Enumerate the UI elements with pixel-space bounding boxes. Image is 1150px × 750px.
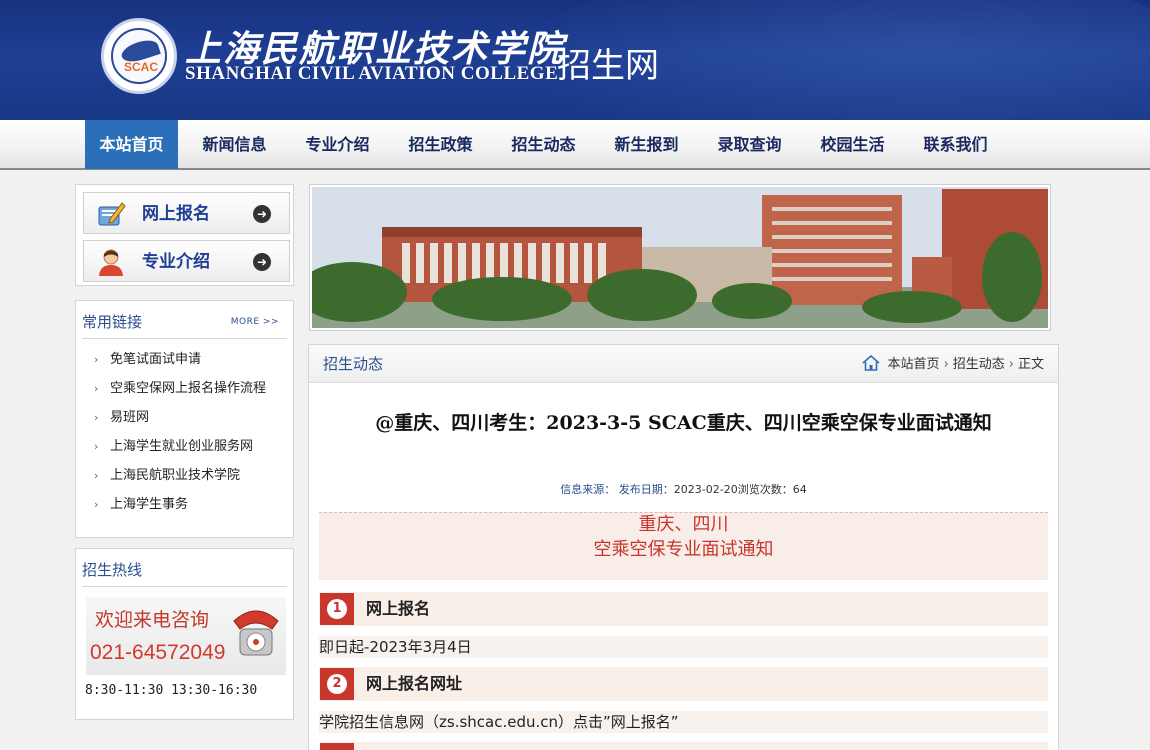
nav-item-home[interactable]: 本站首页 xyxy=(85,120,178,169)
article-title: @重庆、四川考生：2023-3-5 SCAC重庆、四川空乘空保专业面试通知 xyxy=(375,412,992,434)
meta-views: 64 xyxy=(792,483,807,496)
arrow-right-icon: ➜ xyxy=(253,205,271,223)
online-apply-label: 网上报名 xyxy=(142,204,210,224)
breadcrumb: 本站首页 › 招生动态 › 正文 xyxy=(862,345,1044,385)
list-item[interactable]: › 上海学生事务 xyxy=(94,490,266,519)
arrow-right-icon: ➜ xyxy=(253,253,271,271)
chevron-right-icon: › xyxy=(943,357,949,372)
article-meta: 信息来源： 发布日期：2023-02-20浏览次数：64 xyxy=(309,481,1058,497)
list-item[interactable]: › 空乘空保网上报名操作流程 xyxy=(94,374,266,403)
section-body: 学院招生信息网（zs.shcac.edu.cn）点击”网上报名” xyxy=(319,711,1048,733)
notice-line-2: 空乘空保专业面试通知 xyxy=(593,539,774,560)
links-title: 常用链接 xyxy=(82,313,143,331)
major-intro-button[interactable]: 专业介绍 ➜ xyxy=(83,240,290,282)
nav-item-news[interactable]: 新闻信息 xyxy=(188,120,281,169)
section-label: 网上报名 xyxy=(366,599,431,618)
chevron-right-icon: › xyxy=(94,353,99,366)
links-panel: 常用链接 MORE >> › 免笔试面试申请 › 空乘空保网上报名操作流程 › 易班网… xyxy=(75,300,294,538)
nav-item-contact[interactable]: 联系我们 xyxy=(909,120,1002,169)
meta-source-label: 信息来源： xyxy=(560,483,616,496)
major-intro-label: 专业介绍 xyxy=(142,252,210,272)
chevron-right-icon: › xyxy=(94,498,99,511)
logo-text: SCAC xyxy=(123,60,158,74)
meta-date-label: 发布日期： xyxy=(618,483,674,496)
hotline-panel: 招生热线 欢迎来电咨询 021-64572049 8:30-11:30 13:3… xyxy=(75,548,294,720)
site-header: SCAC 上海民航职业技术学院 SHANGHAI CIVIL AVIATION … xyxy=(0,0,1150,120)
notice-banner: 重庆、四川 空乘空保专业面试通知 xyxy=(319,512,1048,580)
breadcrumb-category[interactable]: 招生动态 xyxy=(953,357,1005,372)
section-label: 网上报名网址 xyxy=(366,674,463,693)
section-number: 2 xyxy=(327,674,347,694)
list-item[interactable]: › 免笔试面试申请 xyxy=(94,345,266,374)
section-header-partial xyxy=(319,742,1048,750)
nav-item-policy[interactable]: 招生政策 xyxy=(394,120,487,169)
hotline-phone: 021-64572049 xyxy=(90,641,226,664)
chevron-right-icon: › xyxy=(94,469,99,482)
links-more-link[interactable]: MORE >> xyxy=(231,317,279,327)
breadcrumb-current: 正文 xyxy=(1017,357,1044,372)
notice-line-1: 重庆、四川 xyxy=(638,514,729,535)
online-apply-button[interactable]: 网上报名 ➜ xyxy=(83,192,290,234)
quick-buttons-panel: 网上报名 ➜ 专业介绍 ➜ xyxy=(75,184,294,286)
chevron-right-icon: › xyxy=(1008,357,1014,372)
breadcrumb-home[interactable]: 本站首页 xyxy=(888,357,940,372)
college-logo[interactable]: SCAC xyxy=(101,18,177,94)
campus-banner xyxy=(309,184,1051,331)
section-number: 1 xyxy=(327,599,347,619)
meta-views-label: 浏览次数： xyxy=(737,483,793,496)
nav-item-majors[interactable]: 专业介绍 xyxy=(291,120,384,169)
article-header: 招生动态 本站首页 › 招生动态 › 正文 xyxy=(309,345,1058,383)
chevron-right-icon: › xyxy=(94,382,99,395)
campus-photo xyxy=(312,187,1048,328)
meta-date: 2023-02-20 xyxy=(673,483,738,496)
links-list: › 免笔试面试申请 › 空乘空保网上报名操作流程 › 易班网 › 上海学生就业创业服务网… xyxy=(94,345,266,519)
list-item[interactable]: › 易班网 xyxy=(94,403,266,432)
article-category: 招生动态 xyxy=(323,355,384,373)
section-body: 即日起-2023年3月4日 xyxy=(319,636,1048,658)
hotline-hours: 8:30-11:30 13:30-16:30 xyxy=(85,683,258,698)
chevron-right-icon: › xyxy=(94,411,99,424)
home-icon xyxy=(862,355,880,371)
list-item[interactable]: › 上海民航职业技术学院 xyxy=(94,461,266,490)
telephone-icon xyxy=(233,610,279,656)
nav-item-admission-query[interactable]: 录取查询 xyxy=(703,120,796,169)
site-name: 招生网 xyxy=(557,46,659,86)
hotline-title: 招生热线 xyxy=(82,561,143,579)
section-header: 2 网上报名网址 xyxy=(319,667,1048,701)
article-panel: 招生动态 本站首页 › 招生动态 › 正文 @重庆、四川考生：2023-3-5 SCAC… xyxy=(308,344,1059,750)
chevron-right-icon: › xyxy=(94,440,99,453)
attendant-avatar-icon xyxy=(99,249,123,276)
nav-item-registration[interactable]: 新生报到 xyxy=(600,120,693,169)
hotline-welcome: 欢迎来电咨询 xyxy=(95,609,210,631)
nav-item-campus-life[interactable]: 校园生活 xyxy=(806,120,899,169)
pencil-notebook-icon xyxy=(98,202,126,226)
nav-item-admission-news[interactable]: 招生动态 xyxy=(497,120,590,169)
section-header: 1 网上报名 xyxy=(319,592,1048,626)
list-item[interactable]: › 上海学生就业创业服务网 xyxy=(94,432,266,461)
college-name-en: SHANGHAI CIVIL AVIATION COLLEGE xyxy=(185,63,559,84)
hotline-card: 欢迎来电咨询 021-64572049 xyxy=(86,597,286,675)
main-nav: 本站首页 新闻信息 专业介绍 招生政策 招生动态 新生报到 录取查询 校园生活 … xyxy=(0,120,1150,170)
